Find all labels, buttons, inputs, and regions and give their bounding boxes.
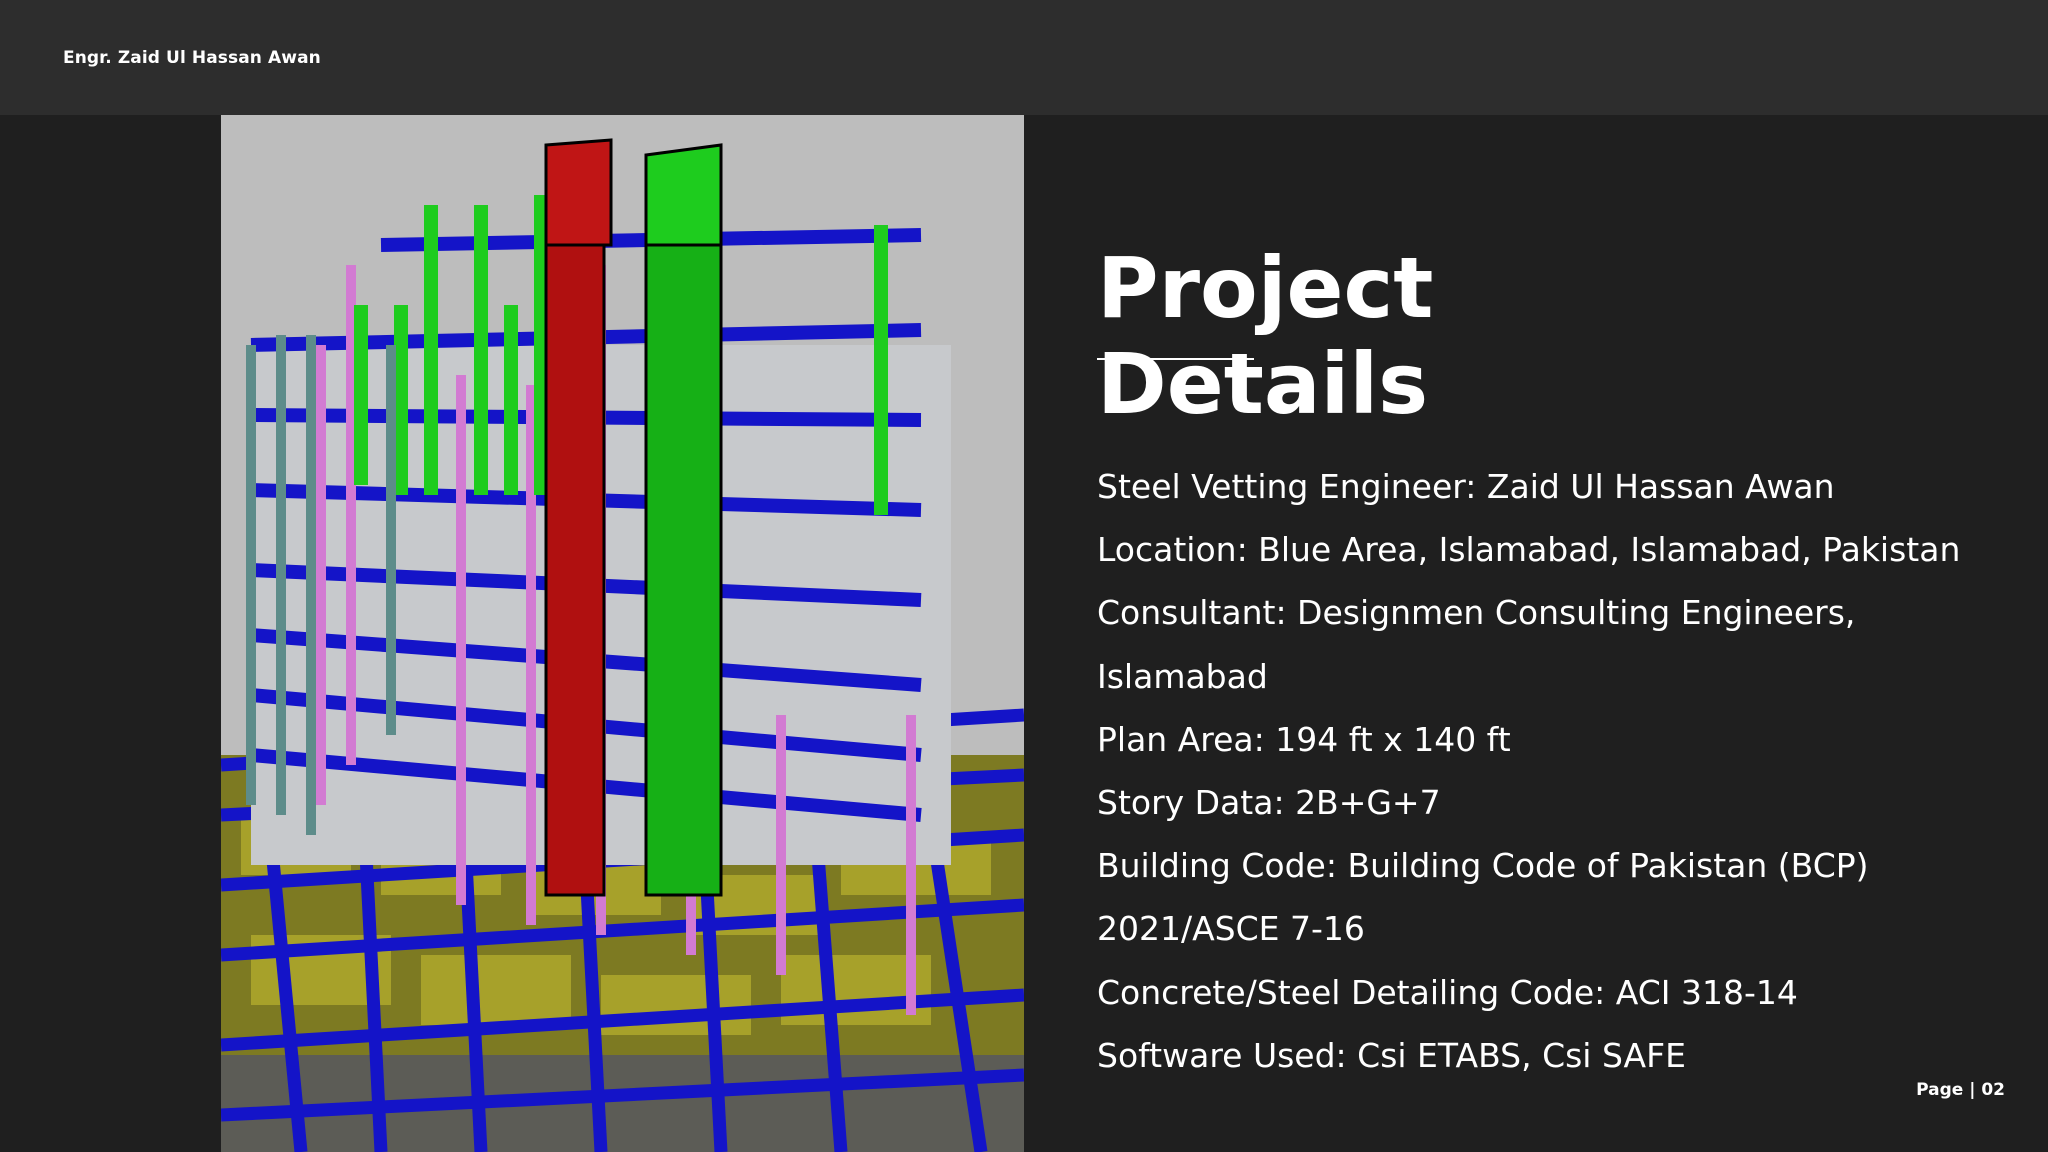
project-details-list: Steel Vetting Engineer: Zaid Ul Hassan A… (1097, 455, 2017, 1087)
page-title: Project Details (1097, 240, 1797, 432)
title-underline (1097, 358, 1254, 360)
detail-story-data: Story Data: 2B+G+7 (1097, 783, 1441, 823)
detail-building-code: Building Code: Building Code of Pakistan… (1097, 846, 1869, 949)
detail-detailing-code: Concrete/Steel Detailing Code: ACI 318-1… (1097, 972, 1798, 1012)
title-line-2: Details (1097, 335, 1429, 433)
slide-header: Engr. Zaid Ul Hassan Awan (0, 0, 2048, 115)
author-name: Engr. Zaid Ul Hassan Awan (63, 48, 321, 68)
detail-consultant: Consultant: Designmen Consulting Enginee… (1097, 593, 1856, 696)
detail-location: Location: Blue Area, Islamabad, Islamaba… (1097, 530, 1961, 570)
detail-plan-area: Plan Area: 194 ft x 140 ft (1097, 719, 1511, 759)
title-line-1: Project (1097, 239, 1434, 337)
detail-software: Software Used: Csi ETABS, Csi SAFE (1097, 1035, 1686, 1075)
structural-model-image (221, 115, 1024, 1152)
page-number: Page | 02 (1916, 1080, 2005, 1100)
detail-engineer: Steel Vetting Engineer: Zaid Ul Hassan A… (1097, 467, 1835, 506)
